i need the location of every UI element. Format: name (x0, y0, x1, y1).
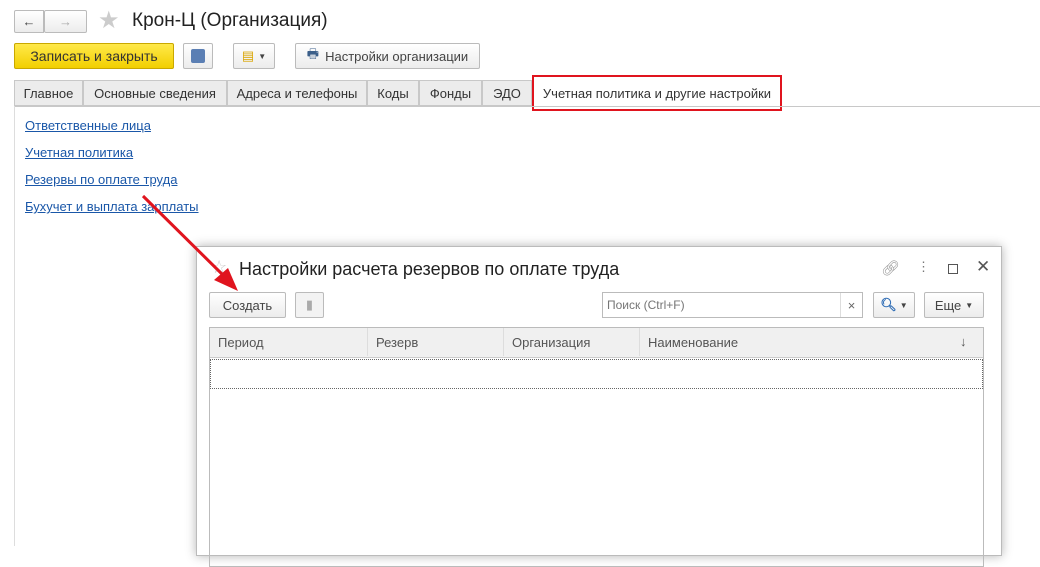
annotation-arrow (141, 194, 238, 291)
